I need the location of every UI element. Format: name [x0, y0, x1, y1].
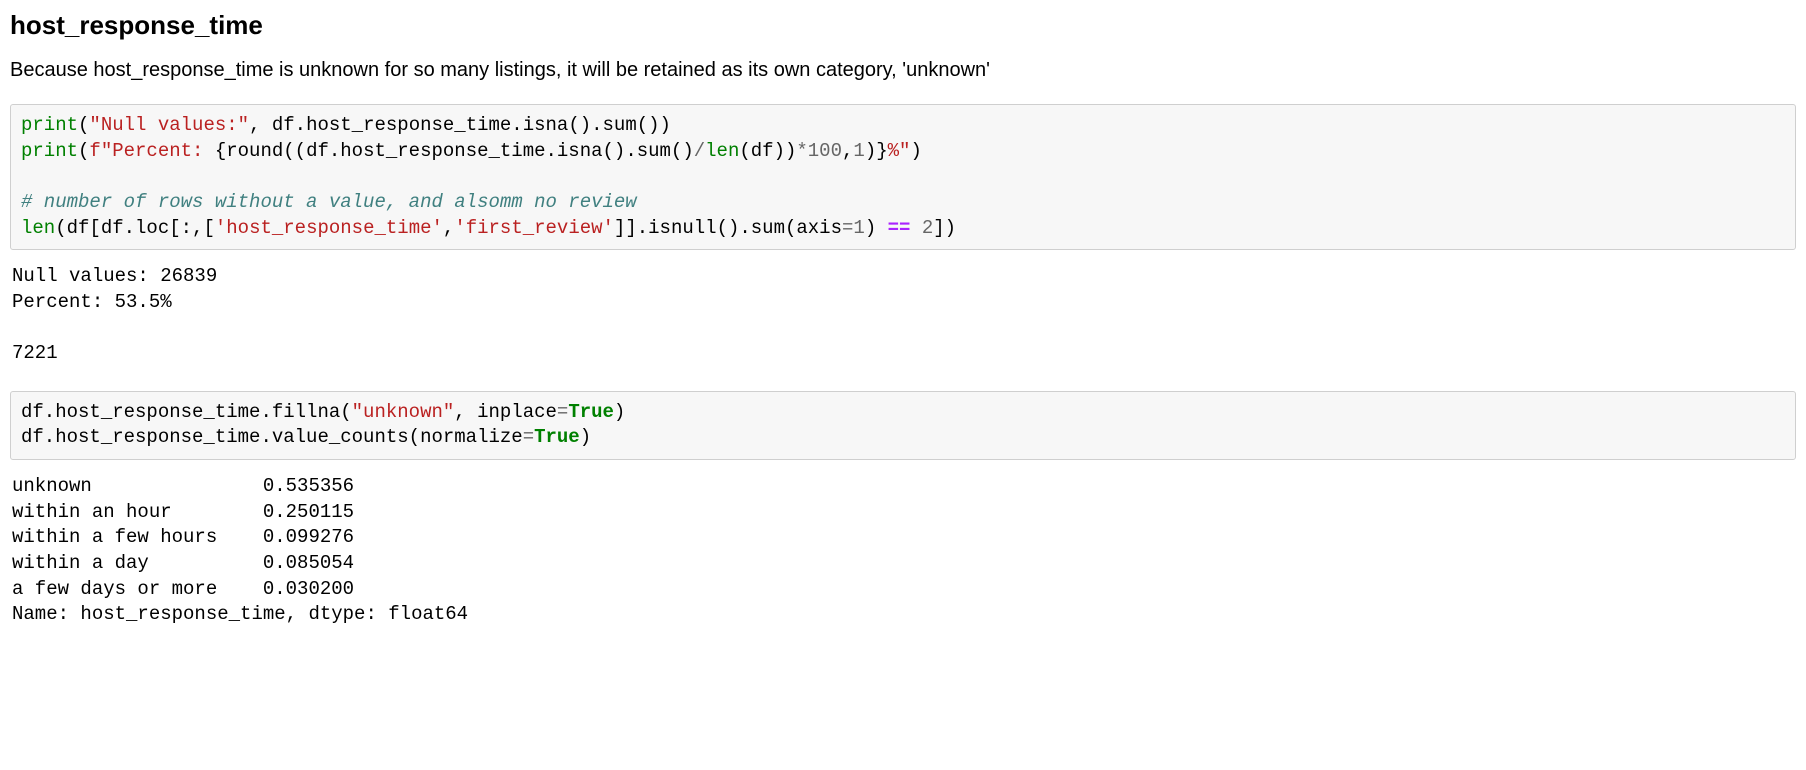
token [910, 217, 921, 239]
token: df.host_response_time.fillna( [21, 401, 352, 423]
token-op: == [888, 217, 911, 239]
output-line: Null values: 26839 [12, 265, 217, 287]
token: { [215, 140, 226, 162]
output-row-value: 0.099276 [240, 526, 354, 548]
output-row-value: 0.250115 [240, 501, 354, 523]
token: ) [865, 217, 888, 239]
token: , [842, 140, 853, 162]
output-row-value: 0.535356 [240, 475, 354, 497]
token-print: print [21, 140, 78, 162]
token-print: print [21, 114, 78, 136]
token-string: "unknown" [352, 401, 455, 423]
token-op: * [796, 140, 807, 162]
token-num: 2 [922, 217, 933, 239]
output-row-label: within a few hours [12, 526, 240, 548]
token-num: 1 [853, 217, 864, 239]
output-row-label: within a day [12, 552, 240, 574]
output-line: Percent: 53.5% [12, 291, 172, 313]
code-cell-2[interactable]: df.host_response_time.fillna("unknown", … [10, 391, 1796, 460]
token-comment: # number of rows without a value, and al… [21, 191, 637, 213]
token-op: / [694, 140, 705, 162]
token: df.host_response_time.value_counts(norma… [21, 426, 523, 448]
token-op: = [557, 401, 568, 423]
output-row-label: unknown [12, 475, 240, 497]
token: , [443, 217, 454, 239]
token: )} [865, 140, 888, 162]
token: ) [614, 401, 625, 423]
token: , inplace [454, 401, 557, 423]
token: ) [580, 426, 591, 448]
token-num: 1 [853, 140, 864, 162]
token-string: 'first_review' [454, 217, 614, 239]
token-num: 100 [808, 140, 842, 162]
token: ]) [933, 217, 956, 239]
output-row-label: within an hour [12, 501, 240, 523]
token-len: len [705, 140, 739, 162]
token: (df)) [739, 140, 796, 162]
output-line: 7221 [12, 342, 58, 364]
section-heading: host_response_time [10, 10, 1796, 41]
token: , df.host_response_time.isna().sum()) [249, 114, 671, 136]
token-fstring: f"Percent: [89, 140, 214, 162]
token-string: "Null values:" [89, 114, 249, 136]
token-keyword: True [534, 426, 580, 448]
token-op: = [523, 426, 534, 448]
output-cell-2: unknown 0.535356 within an hour 0.250115… [10, 474, 1796, 628]
token-keyword: True [568, 401, 614, 423]
section-description: Because host_response_time is unknown fo… [10, 59, 1796, 82]
token: round [226, 140, 283, 162]
token: (df[df.loc[:,[ [55, 217, 215, 239]
token-string: 'host_response_time' [215, 217, 443, 239]
output-footer: Name: host_response_time, dtype: float64 [12, 603, 468, 625]
code-cell-1[interactable]: print("Null values:", df.host_response_t… [10, 104, 1796, 250]
token-len: len [21, 217, 55, 239]
token: ]].isnull().sum(axis [614, 217, 842, 239]
output-row-value: 0.085054 [240, 552, 354, 574]
token: ((df.host_response_time.isna().sum() [283, 140, 693, 162]
token: ) [910, 140, 921, 162]
token: ( [78, 140, 89, 162]
output-row-label: a few days or more [12, 578, 240, 600]
output-row-value: 0.030200 [240, 578, 354, 600]
token: ( [78, 114, 89, 136]
token-op: = [842, 217, 853, 239]
token-fstring: %" [888, 140, 911, 162]
output-cell-1: Null values: 26839 Percent: 53.5% 7221 [10, 264, 1796, 367]
